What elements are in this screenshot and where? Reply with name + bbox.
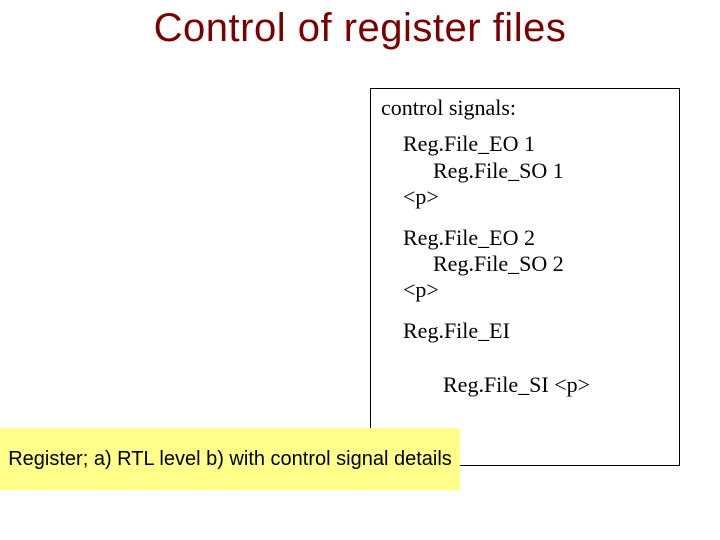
signal-eo2: Reg.File_EO 2 (403, 225, 669, 251)
caption-box: Register; a) RTL level b) with control s… (0, 428, 460, 490)
slide-title: Control of register files (0, 6, 720, 51)
signal-ei: Reg.File_EI (403, 318, 669, 344)
control-signals-box: control signals: Reg.File_EO 1 Reg.File_… (370, 88, 680, 466)
signal-p2: <p> (403, 277, 669, 303)
signal-p1: <p> (403, 184, 669, 210)
signal-group-1: Reg.File_EO 1 Reg.File_SO 1 <p> (403, 131, 669, 210)
slide: Control of register files control signal… (0, 0, 720, 540)
signal-so2: Reg.File_SO 2 (433, 251, 669, 277)
caption-text: Register; a) RTL level b) with control s… (8, 447, 452, 472)
signal-group-2: Reg.File_EO 2 Reg.File_SO 2 <p> (403, 225, 669, 304)
signal-eo1: Reg.File_EO 1 (403, 131, 669, 157)
control-signals-heading: control signals: (381, 95, 669, 121)
signal-si: Reg.File_SI <p> (443, 372, 669, 398)
signal-so1: Reg.File_SO 1 (433, 158, 669, 184)
